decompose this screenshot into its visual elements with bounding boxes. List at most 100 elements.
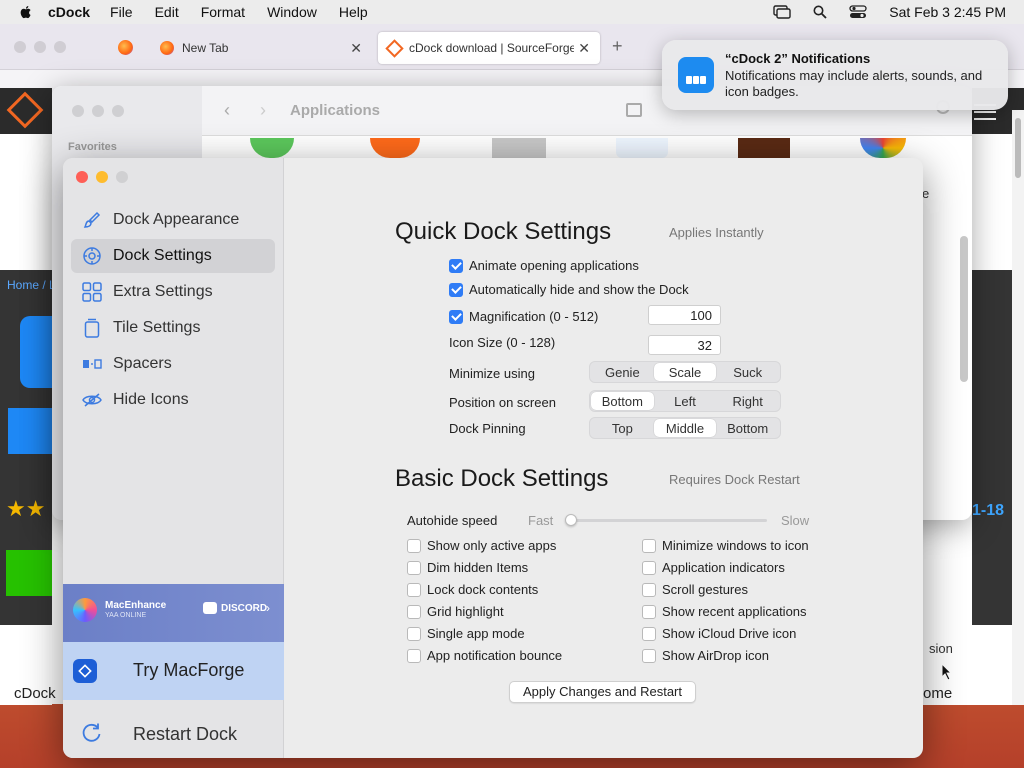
checkbox[interactable] xyxy=(407,648,421,663)
scrollbar-thumb[interactable] xyxy=(1015,118,1021,178)
search-icon[interactable] xyxy=(813,5,827,19)
checkbox[interactable] xyxy=(407,560,421,575)
segment-left[interactable]: Left xyxy=(654,392,717,410)
autohide-checkbox[interactable]: Automatically hide and show the Dock xyxy=(449,282,689,297)
firefox-pinned-icon[interactable] xyxy=(118,40,133,55)
sidebar-item-dock-appearance[interactable]: Dock Appearance xyxy=(71,203,275,237)
segment-suck[interactable]: Suck xyxy=(716,363,779,381)
sidebar-item-hide-icons[interactable]: Hide Icons xyxy=(71,383,275,417)
close-window-button[interactable] xyxy=(14,41,26,53)
tab-new-tab[interactable]: New Tab ✕ xyxy=(150,32,372,64)
right-checkbox-2[interactable]: Scroll gestures xyxy=(642,582,748,597)
checkbox[interactable] xyxy=(449,258,463,273)
menu-app-name[interactable]: cDock xyxy=(48,4,90,20)
sidebar-item-extra-settings[interactable]: Extra Settings xyxy=(71,275,275,309)
checkbox[interactable] xyxy=(407,604,421,619)
close-button[interactable] xyxy=(76,171,88,183)
checkbox[interactable] xyxy=(642,648,656,663)
close-tab-icon[interactable]: ✕ xyxy=(350,40,362,57)
pinning-segmented-control[interactable]: Top Middle Bottom xyxy=(589,417,781,439)
right-checkbox-3[interactable]: Show recent applications xyxy=(642,604,807,619)
control-center-icon[interactable] xyxy=(849,5,867,19)
apple-menu-icon[interactable] xyxy=(18,4,34,20)
menu-format[interactable]: Format xyxy=(201,4,245,20)
back-chevron-icon[interactable]: ‹ xyxy=(224,100,230,121)
app-icon-chrome[interactable] xyxy=(860,138,906,158)
left-checkbox-4[interactable]: Single app mode xyxy=(407,626,525,641)
try-macforge-button[interactable]: Try MacForge xyxy=(63,642,284,700)
sidebar-item-spacers[interactable]: Spacers xyxy=(71,347,275,381)
minimize-button[interactable] xyxy=(96,171,108,183)
finder-close-button[interactable] xyxy=(72,105,84,117)
menu-file[interactable]: File xyxy=(110,4,133,20)
screen-mirroring-icon[interactable] xyxy=(773,5,791,19)
app-icon-freeform[interactable] xyxy=(616,138,668,158)
finder-zoom-button[interactable] xyxy=(112,105,124,117)
download-arrow-icon[interactable] xyxy=(8,408,52,454)
checkbox[interactable] xyxy=(407,582,421,597)
zoom-button[interactable] xyxy=(116,171,128,183)
macenhance-banner[interactable]: MacEnhance YAA ONLINE DISCORD › xyxy=(63,584,284,642)
right-checkbox-5[interactable]: Show AirDrop icon xyxy=(642,648,769,663)
green-button[interactable] xyxy=(6,550,52,596)
zoom-window-button[interactable] xyxy=(54,41,66,53)
checkbox[interactable] xyxy=(407,538,421,553)
checkbox[interactable] xyxy=(642,626,656,641)
magnification-checkbox[interactable]: Magnification (0 - 512) xyxy=(449,309,598,324)
checkbox[interactable] xyxy=(642,582,656,597)
menu-edit[interactable]: Edit xyxy=(155,4,179,20)
segment-bottom[interactable]: Bottom xyxy=(591,392,654,410)
minimize-window-button[interactable] xyxy=(34,41,46,53)
breadcrumb[interactable]: Home / L xyxy=(7,278,56,292)
minimize-segmented-control[interactable]: Genie Scale Suck xyxy=(589,361,781,383)
right-checkbox-4[interactable]: Show iCloud Drive icon xyxy=(642,626,796,641)
left-checkbox-2[interactable]: Lock dock contents xyxy=(407,582,538,597)
app-icon-garageband[interactable] xyxy=(738,138,790,158)
segment-genie[interactable]: Genie xyxy=(591,363,654,381)
checkbox[interactable] xyxy=(642,538,656,553)
slider-knob[interactable] xyxy=(565,514,577,526)
finder-scrollbar[interactable] xyxy=(960,236,968,382)
sidebar-item-tile-settings[interactable]: Tile Settings xyxy=(71,311,275,345)
sourceforge-logo-icon[interactable] xyxy=(6,91,44,129)
checkbox[interactable] xyxy=(449,282,463,297)
close-tab-icon[interactable]: ✕ xyxy=(578,40,590,57)
left-checkbox-1[interactable]: Dim hidden Items xyxy=(407,560,528,575)
app-icon-fontbook[interactable] xyxy=(492,138,546,158)
apply-changes-button[interactable]: Apply Changes and Restart xyxy=(509,681,696,703)
checkbox[interactable] xyxy=(407,626,421,641)
sidebar-item-dock-settings[interactable]: Dock Settings xyxy=(71,239,275,273)
right-checkbox-0[interactable]: Minimize windows to icon xyxy=(642,538,809,553)
autohide-speed-slider[interactable] xyxy=(567,519,767,522)
segment-scale[interactable]: Scale xyxy=(653,363,717,381)
view-grid-icon[interactable] xyxy=(626,103,642,117)
notification-banner[interactable]: “cDock 2” Notifications Notifications ma… xyxy=(662,40,1008,110)
new-tab-button[interactable]: + xyxy=(612,36,623,57)
menu-clock[interactable]: Sat Feb 3 2:45 PM xyxy=(889,4,1006,20)
segment-right[interactable]: Right xyxy=(716,392,779,410)
left-checkbox-5[interactable]: App notification bounce xyxy=(407,648,562,663)
checkbox[interactable] xyxy=(642,560,656,575)
checkbox-label: Show only active apps xyxy=(427,538,557,553)
page-scrollbar[interactable] xyxy=(1012,110,1024,705)
position-segmented-control[interactable]: Bottom Left Right xyxy=(589,390,781,412)
tab-sourceforge[interactable]: cDock download | SourceForge ✕ xyxy=(378,32,600,64)
checkbox[interactable] xyxy=(642,604,656,619)
right-checkbox-1[interactable]: Application indicators xyxy=(642,560,785,575)
restart-dock-button[interactable]: Restart Dock xyxy=(63,714,284,758)
left-checkbox-0[interactable]: Show only active apps xyxy=(407,538,556,553)
segment-bottom-pin[interactable]: Bottom xyxy=(716,419,779,437)
icon-size-field[interactable]: 32 xyxy=(648,335,721,355)
magnification-field[interactable]: 100 xyxy=(648,305,721,325)
forward-chevron-icon[interactable]: › xyxy=(260,100,266,121)
app-icon-green[interactable] xyxy=(250,138,294,158)
app-icon-firefox[interactable] xyxy=(370,138,420,158)
segment-top[interactable]: Top xyxy=(591,419,654,437)
left-checkbox-3[interactable]: Grid highlight xyxy=(407,604,504,619)
menu-help[interactable]: Help xyxy=(339,4,368,20)
finder-minimize-button[interactable] xyxy=(92,105,104,117)
checkbox[interactable] xyxy=(449,309,463,324)
segment-middle[interactable]: Middle xyxy=(653,419,717,437)
menu-window[interactable]: Window xyxy=(267,4,317,20)
animate-opening-checkbox[interactable]: Animate opening applications xyxy=(449,258,639,273)
